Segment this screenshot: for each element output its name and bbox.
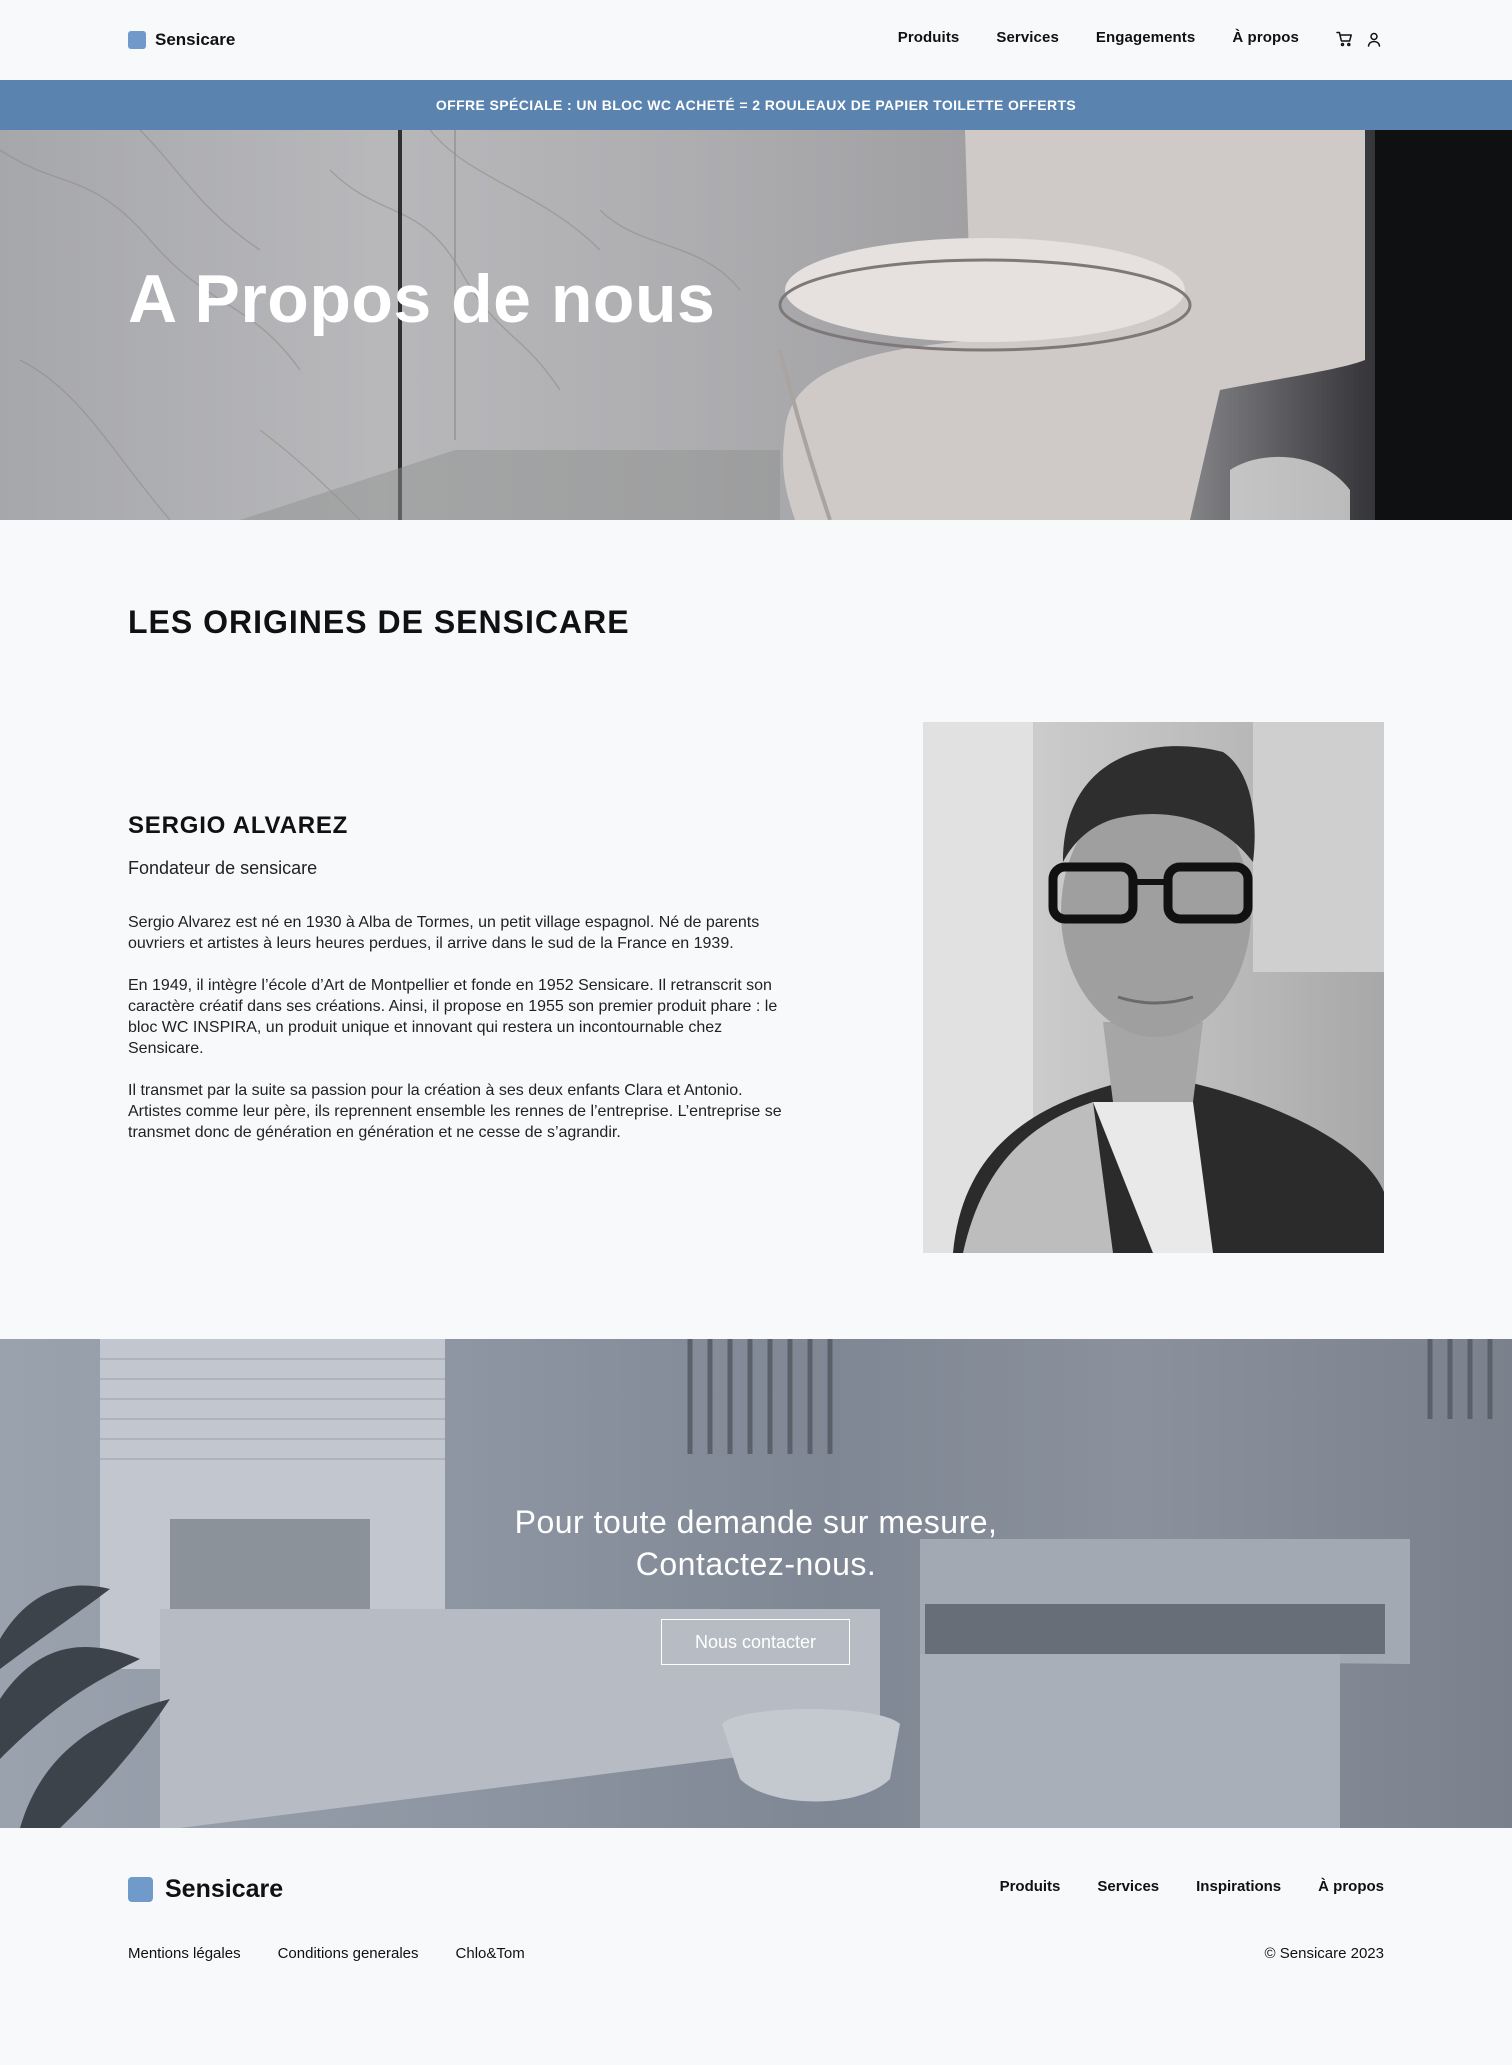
logo-text: Sensicare xyxy=(155,30,236,49)
footer-nav: Produits Services Inspirations À propos xyxy=(1000,1878,1384,1895)
footer-legal-links: Mentions légales Conditions generales Ch… xyxy=(128,1945,525,1962)
cta-heading: Pour toute demande sur mesure, Contactez… xyxy=(0,1501,1512,1585)
nav-item-produits[interactable]: Produits xyxy=(898,29,960,46)
footer-logo[interactable]: Sensicare xyxy=(128,1875,283,1904)
header-actions xyxy=(1336,31,1381,47)
copyright: © Sensicare 2023 xyxy=(1264,1945,1384,1962)
promo-text: OFFRE SPÉCIALE : UN BLOC WC ACHETÉ = 2 R… xyxy=(435,97,1077,113)
founder-portrait xyxy=(923,722,1384,1253)
contact-button[interactable]: Nous contacter xyxy=(661,1619,850,1665)
nav-item-a-propos[interactable]: À propos xyxy=(1232,29,1299,46)
footer-link-mentions-legales[interactable]: Mentions légales xyxy=(128,1945,241,1962)
cta-line-2: Contactez-nous. xyxy=(635,1546,877,1582)
nav-item-services[interactable]: Services xyxy=(996,29,1059,46)
footer-link-chlo-tom[interactable]: Chlo&Tom xyxy=(456,1945,525,1962)
footer-nav-produits[interactable]: Produits xyxy=(1000,1878,1061,1895)
founder-role: Fondateur de sensicare xyxy=(128,858,318,878)
site-header: Sensicare Produits Services Engagements … xyxy=(0,0,1512,80)
promo-banner: OFFRE SPÉCIALE : UN BLOC WC ACHETÉ = 2 R… xyxy=(0,80,1512,130)
footer-nav-inspirations[interactable]: Inspirations xyxy=(1196,1878,1281,1895)
founder-bio: Sergio Alvarez est né en 1930 à Alba de … xyxy=(128,912,788,1164)
footer-nav-a-propos[interactable]: À propos xyxy=(1318,1878,1384,1895)
bio-paragraph: En 1949, il intègre l’école d’Art de Mon… xyxy=(128,977,778,1057)
hero-title: A Propos de nous xyxy=(128,261,716,337)
footer-link-conditions-generales[interactable]: Conditions generales xyxy=(278,1945,419,1962)
bio-paragraph: Il transmet par la suite sa passion pour… xyxy=(128,1082,782,1141)
logo-mark-icon xyxy=(128,31,146,49)
footer-nav-services[interactable]: Services xyxy=(1097,1878,1159,1895)
hero-section: A Propos de nous xyxy=(0,130,1512,520)
founder-name: SERGIO ALVAREZ xyxy=(128,812,349,839)
main-nav: Produits Services Engagements À propos xyxy=(898,29,1299,46)
contact-cta-section: Pour toute demande sur mesure, Contactez… xyxy=(0,1339,1512,1828)
cta-line-1: Pour toute demande sur mesure, xyxy=(514,1504,998,1540)
site-logo[interactable]: Sensicare xyxy=(128,30,235,50)
bio-paragraph: Sergio Alvarez est né en 1930 à Alba de … xyxy=(128,914,760,952)
user-icon[interactable] xyxy=(1367,32,1381,47)
footer-logo-text: Sensicare xyxy=(165,1875,284,1903)
nav-item-engagements[interactable]: Engagements xyxy=(1096,29,1195,46)
cart-icon[interactable] xyxy=(1336,31,1353,47)
logo-mark-icon xyxy=(128,1877,153,1902)
section-title: LES ORIGINES DE SENSICARE xyxy=(128,604,630,640)
